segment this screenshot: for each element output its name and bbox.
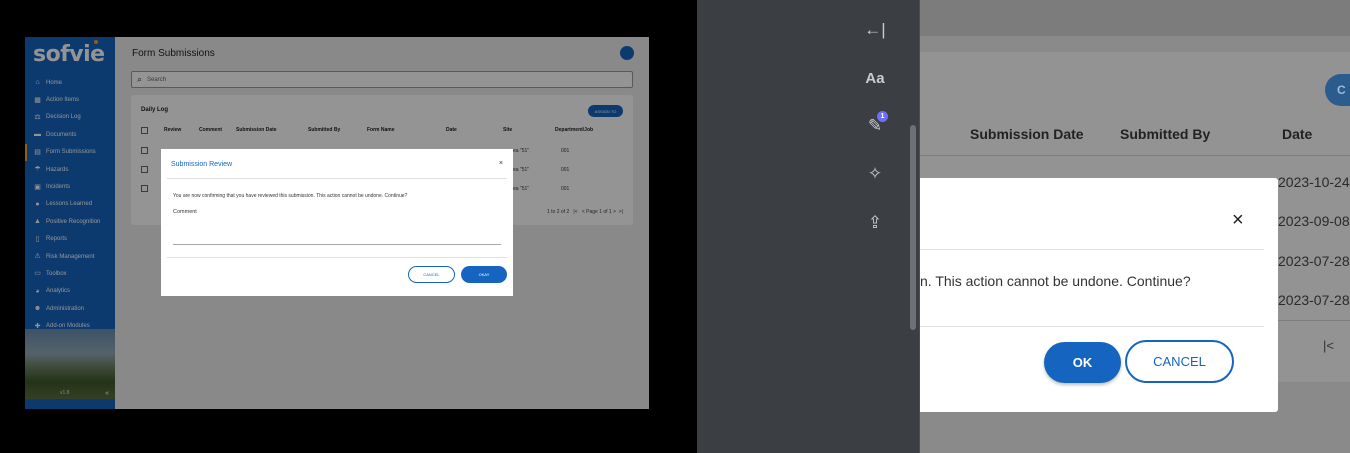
highlight-count-badge: 1 xyxy=(877,111,888,122)
first-page-icon[interactable]: |< xyxy=(1323,338,1334,353)
submission-review-modal: Submission Review × You are now confirmi… xyxy=(161,149,513,296)
close-icon[interactable]: × xyxy=(1232,209,1244,232)
text-size-icon[interactable]: Aa xyxy=(858,63,892,93)
divider xyxy=(167,257,507,258)
okay-button[interactable]: OKAY xyxy=(461,266,507,283)
modal-title: Submission Review xyxy=(171,161,233,168)
column-header-submission-date: Submission Date xyxy=(970,126,1084,142)
comment-label: Comment xyxy=(173,209,197,215)
divider xyxy=(167,178,507,179)
scrollbar[interactable] xyxy=(910,125,916,330)
screen: sofvie ⌂ Home ▦ Action Items ⚖ Decision Log… xyxy=(0,0,1350,453)
modal-message: You are now confirming that you have rev… xyxy=(173,193,408,199)
row-date: 2023-07-28 xyxy=(1278,292,1350,308)
highlight-icon[interactable]: ✎ 1 xyxy=(858,111,892,141)
row-date: 2023-07-28 xyxy=(1278,253,1350,269)
app-thumbnail: sofvie ⌂ Home ▦ Action Items ⚖ Decision Log… xyxy=(25,37,649,409)
column-header-date: Date xyxy=(1282,126,1313,142)
collapse-panel-icon[interactable]: ←| xyxy=(858,15,892,45)
modal-message: n. This action cannot be undone. Continu… xyxy=(920,273,1191,289)
divider xyxy=(920,326,1264,327)
zoomed-modal: × n. This action cannot be undone. Conti… xyxy=(920,178,1278,412)
cancel-button[interactable]: CANCEL xyxy=(408,266,455,283)
close-icon[interactable]: × xyxy=(499,160,503,167)
cancel-button[interactable]: CANCEL xyxy=(1125,340,1234,383)
divider xyxy=(920,249,1264,250)
column-header-submitted-by: Submitted By xyxy=(1120,126,1211,142)
row-divider xyxy=(920,155,1350,156)
magic-wand-icon[interactable]: ✧ xyxy=(858,159,892,189)
share-icon[interactable]: ⇪ xyxy=(858,208,892,238)
row-date: 2023-09-08 xyxy=(1278,213,1350,229)
comment-field[interactable] xyxy=(173,244,501,245)
ok-button[interactable]: OK xyxy=(1044,342,1121,383)
zoomed-action-button[interactable]: C xyxy=(1325,74,1350,106)
zoomed-header-bar xyxy=(920,0,1350,36)
row-date: 2023-10-24 xyxy=(1278,174,1350,190)
